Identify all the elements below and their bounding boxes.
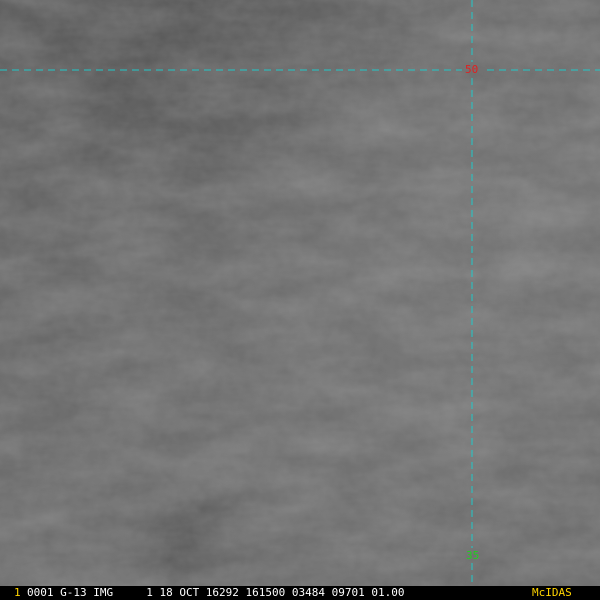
image-metadata-text: 0001 G-13 IMG 1 18 OCT 16292 161500 0348…: [27, 586, 405, 599]
satellite-imagery: [0, 0, 600, 586]
satellite-image-viewer: 50 35 1 0001 G-13 IMG 1 18 OCT 16292 161…: [0, 0, 600, 600]
frame-number: 1: [14, 586, 21, 599]
latitude-label-35: 35: [466, 549, 480, 562]
latitude-label-50: 50: [465, 63, 479, 76]
status-bar: 1 0001 G-13 IMG 1 18 OCT 16292 161500 03…: [0, 586, 600, 600]
mcidas-brand: McIDAS: [532, 586, 572, 599]
